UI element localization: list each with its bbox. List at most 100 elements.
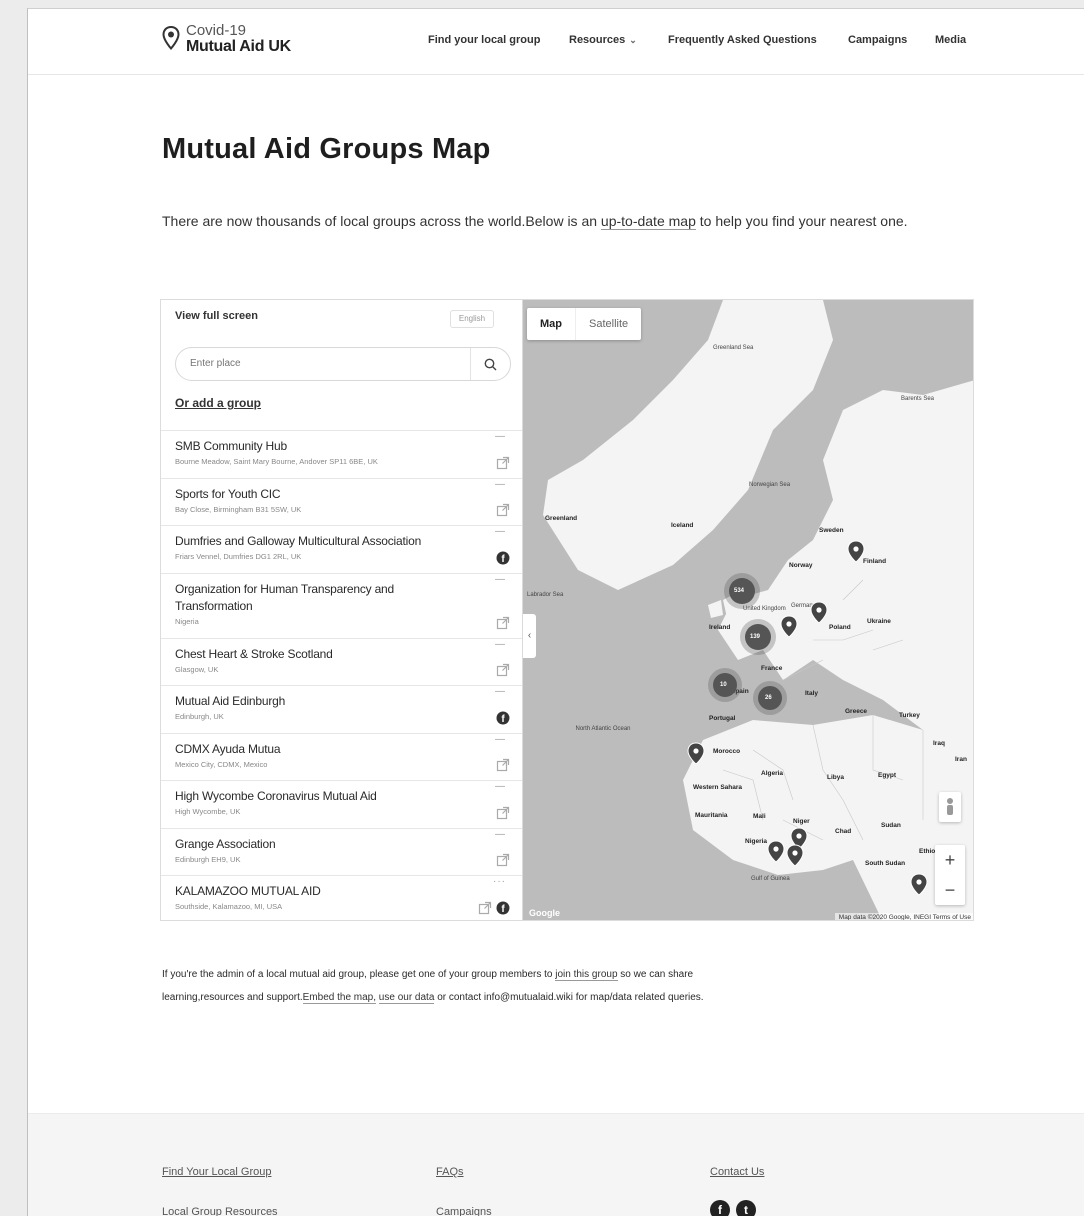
logo-line-2: Mutual Aid UK: [186, 38, 291, 55]
zoom-out-button[interactable]: −: [935, 875, 965, 905]
map-type-control: Map Satellite: [527, 308, 642, 340]
embed-the-map-link[interactable]: Embed the map,: [302, 992, 377, 1004]
join-this-group-link[interactable]: join this group: [555, 969, 618, 981]
cluster-count[interactable]: 26: [765, 695, 772, 701]
map-markers: [687, 540, 928, 896]
group-name: High Wycombe Coronavirus Mutual Aid: [175, 789, 377, 803]
cluster-count[interactable]: 534: [734, 588, 744, 594]
admin-note: If you're the admin of a local mutual ai…: [162, 963, 722, 1009]
site-logo[interactable]: Covid-19 Mutual Aid UK: [162, 23, 291, 55]
nav-media[interactable]: Media: [935, 34, 966, 46]
external-link-icon[interactable]: [478, 901, 492, 915]
groups-map-widget: View full screen English Or add a group …: [160, 299, 974, 921]
external-link-icon[interactable]: [496, 456, 510, 470]
footer-contact-us-link[interactable]: Contact Us: [710, 1166, 764, 1178]
intro-paragraph: There are now thousands of local groups …: [162, 208, 992, 234]
map-attribution[interactable]: Map data ©2020 Google, INEGI Terms of Us…: [834, 913, 973, 920]
more-options-icon[interactable]: —: [495, 686, 506, 697]
footer-local-group-resources-link[interactable]: Local Group Resources: [162, 1206, 278, 1216]
twitter-icon[interactable]: t: [736, 1200, 756, 1216]
nav-find-your-local-group[interactable]: Find your local group: [428, 34, 540, 46]
group-address: Nigeria: [175, 616, 199, 626]
language-select[interactable]: English: [450, 310, 494, 328]
group-name: Mutual Aid Edinburgh: [175, 694, 286, 708]
more-options-icon[interactable]: —: [495, 526, 506, 537]
group-name: Dumfries and Galloway Multicultural Asso…: [175, 534, 422, 548]
group-address: Glasgow, UK: [175, 664, 219, 674]
list-item[interactable]: High Wycombe Coronavirus Mutual Aid High…: [161, 780, 522, 828]
list-item[interactable]: Sports for Youth CIC Bay Close, Birmingh…: [161, 477, 522, 526]
map-pin-logo-icon: [162, 26, 180, 50]
more-options-icon[interactable]: —: [495, 829, 506, 840]
view-full-screen-link[interactable]: View full screen: [175, 310, 258, 322]
more-options-icon[interactable]: —: [495, 781, 506, 792]
groups-list: SMB Community Hub Bourne Meadow, Saint M…: [161, 430, 522, 920]
list-item[interactable]: Mutual Aid Edinburgh Edinburgh, UK — f: [161, 685, 522, 733]
more-options-icon[interactable]: —: [495, 479, 506, 490]
zoom-in-button[interactable]: +: [935, 845, 965, 875]
group-address: Mexico City, CDMX, Mexico: [175, 759, 268, 769]
nav-campaigns[interactable]: Campaigns: [848, 34, 907, 46]
groups-map[interactable]: Greenland Sea Barents Sea Norwegian Sea …: [523, 300, 973, 920]
search-button[interactable]: [470, 348, 510, 380]
zoom-control: + −: [935, 845, 965, 905]
admin-text-after: or contact info@mutualaid.wiki for map/d…: [437, 992, 704, 1003]
footer-faqs-link[interactable]: FAQs: [436, 1166, 464, 1178]
footer-campaigns-link[interactable]: Campaigns: [436, 1206, 492, 1216]
footer-find-local-group-link[interactable]: Find Your Local Group: [162, 1166, 271, 1178]
group-address: High Wycombe, UK: [175, 807, 241, 816]
cluster-count[interactable]: 139: [750, 634, 760, 640]
place-search-input[interactable]: [190, 358, 450, 369]
list-item[interactable]: KALAMAZOO MUTUAL AID Southside, Kalamazo…: [161, 875, 522, 920]
list-item[interactable]: Chest Heart & Stroke Scotland Glasgow, U…: [161, 637, 522, 686]
site-header: Covid-19 Mutual Aid UK Find your local g…: [28, 9, 1084, 75]
list-item[interactable]: Dumfries and Galloway Multicultural Asso…: [161, 525, 522, 573]
more-options-icon[interactable]: —: [495, 639, 506, 650]
group-name: Sports for Youth CIC: [175, 486, 281, 501]
intro-text-before: There are now thousands of local groups …: [162, 213, 598, 229]
nav-resources[interactable]: Resources ⌄: [569, 34, 637, 46]
google-logo: Google: [529, 908, 560, 918]
group-name: Organization for Human Transparency and …: [175, 581, 394, 613]
map-type-satellite-button[interactable]: Satellite: [575, 308, 641, 340]
more-options-icon[interactable]: —: [495, 431, 506, 442]
external-link-icon[interactable]: [496, 616, 510, 630]
facebook-icon[interactable]: f: [496, 711, 510, 725]
list-item[interactable]: Organization for Human Transparency and …: [161, 572, 522, 638]
facebook-icon[interactable]: f: [496, 551, 510, 565]
groups-sidebar: View full screen English Or add a group …: [161, 300, 523, 920]
up-to-date-map-link[interactable]: up-to-date map: [600, 213, 696, 230]
external-link-icon[interactable]: [496, 806, 510, 820]
external-link-icon[interactable]: [496, 663, 510, 677]
chevron-down-icon: ⌄: [629, 35, 637, 45]
list-item[interactable]: SMB Community Hub Bourne Meadow, Saint M…: [161, 430, 522, 478]
collapse-sidebar-button[interactable]: ‹: [523, 614, 536, 658]
more-options-icon[interactable]: —: [495, 734, 506, 745]
map-type-map-button[interactable]: Map: [527, 308, 575, 340]
chevron-left-icon: ‹: [527, 630, 532, 641]
group-name: SMB Community Hub: [175, 439, 287, 453]
nav-faq[interactable]: Frequently Asked Questions: [668, 34, 817, 46]
page-title: Mutual Aid Groups Map: [162, 133, 491, 165]
cluster-count[interactable]: 10: [720, 682, 727, 688]
group-address: Edinburgh EH9, UK: [175, 854, 241, 864]
external-link-icon[interactable]: [496, 503, 510, 517]
street-view-pegman-icon[interactable]: [939, 792, 961, 822]
group-address: Friars Vennel, Dumfries DG1 2RL, UK: [175, 552, 302, 561]
list-item[interactable]: CDMX Ayuda Mutua Mexico City, CDMX, Mexi…: [161, 732, 522, 781]
more-options-icon[interactable]: —: [495, 574, 506, 585]
group-address: Southside, Kalamazoo, MI, USA: [175, 902, 283, 911]
intro-text-after: to help you find your nearest one.: [699, 213, 908, 229]
group-address: Bay Close, Birmingham B31 5SW, UK: [175, 504, 302, 514]
logo-line-1: Covid-19: [186, 22, 247, 39]
external-link-icon[interactable]: [496, 853, 510, 867]
facebook-icon[interactable]: f: [710, 1200, 730, 1216]
add-group-link[interactable]: Or add a group: [175, 396, 261, 410]
page: Covid-19 Mutual Aid UK Find your local g…: [27, 8, 1084, 1216]
external-link-icon[interactable]: [496, 758, 510, 772]
nav-resources-label: Resources: [569, 34, 626, 46]
use-our-data-link[interactable]: use our data: [378, 992, 435, 1004]
more-options-icon[interactable]: ···: [493, 876, 506, 887]
facebook-icon[interactable]: f: [496, 901, 510, 915]
list-item[interactable]: Grange Association Edinburgh EH9, UK —: [161, 827, 522, 876]
